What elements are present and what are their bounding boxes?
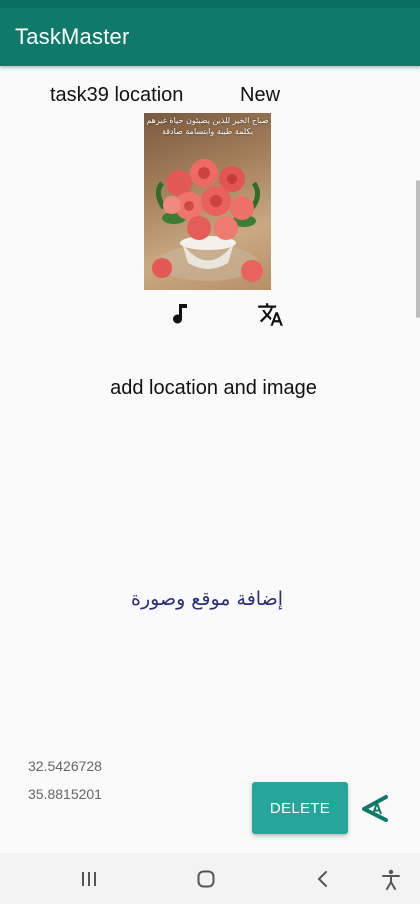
home-icon[interactable] — [197, 870, 215, 888]
recents-icon[interactable] — [80, 871, 98, 887]
app-bar: TaskMaster — [0, 8, 420, 66]
task-title: task39 location — [50, 84, 184, 106]
music-note-icon[interactable] — [170, 302, 192, 326]
task-image: صباح الخير للذين يضيئون حياة غيرهم بكلمة… — [144, 113, 271, 290]
back-icon[interactable] — [316, 870, 330, 888]
image-caption: صباح الخير للذين يضيئون حياة غيرهم بكلمة… — [146, 116, 269, 136]
delete-button[interactable]: DELETE — [252, 782, 348, 834]
accessibility-icon[interactable] — [381, 869, 401, 890]
flower-bouquet-illustration — [152, 159, 263, 282]
status-bar — [0, 0, 420, 8]
edge-panel-handle[interactable] — [416, 180, 420, 318]
latitude-value: 32.5426728 — [28, 758, 102, 774]
app-title: TaskMaster — [15, 24, 130, 49]
longitude-value: 35.8815201 — [28, 786, 102, 802]
translate-icon[interactable] — [257, 301, 284, 328]
overlay-tool-icon[interactable] — [360, 793, 390, 823]
task-state: New — [240, 84, 281, 106]
description-english: add location and image — [110, 377, 317, 399]
description-arabic: إضافة موقع وصورة — [131, 588, 283, 610]
